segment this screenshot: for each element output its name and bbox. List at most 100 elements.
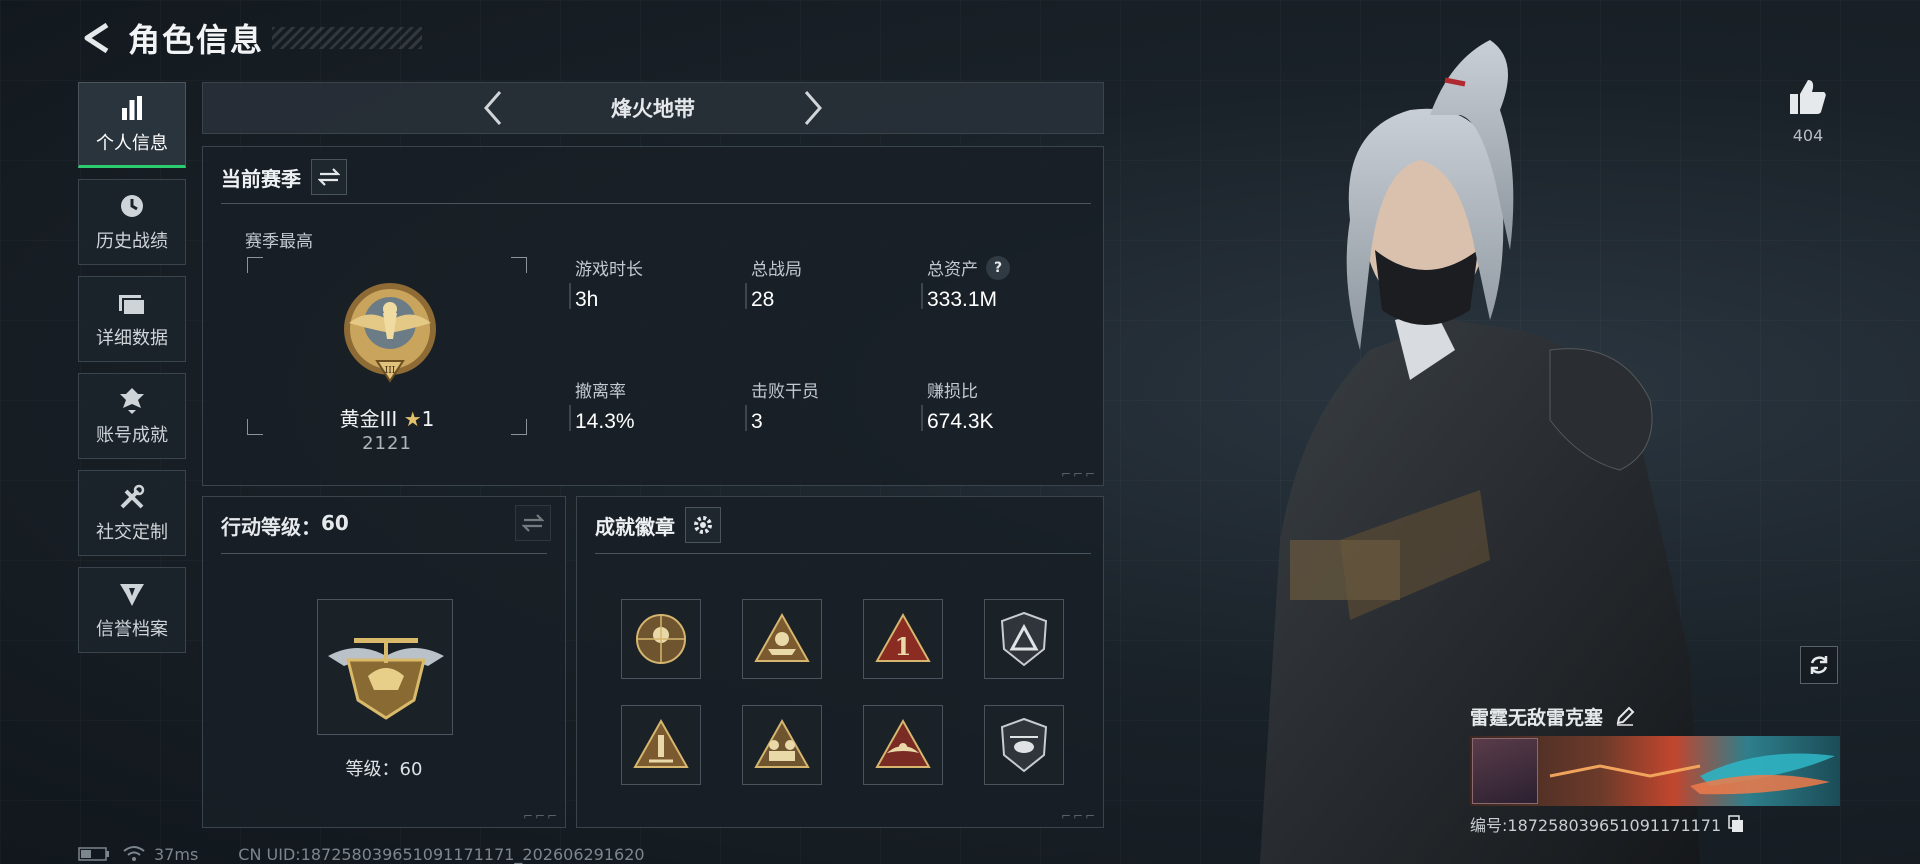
stat-label: 总战局: [751, 260, 802, 280]
stat-value: 14.3%: [575, 410, 635, 433]
soldiers-badge-icon: [754, 718, 810, 768]
uid-text: CN UID:187258039651091171171_20260629162…: [238, 844, 645, 864]
shield-triangle-badge[interactable]: [984, 599, 1064, 679]
rocket-badge-icon: [633, 718, 689, 768]
level-label: 等级：60: [203, 755, 565, 781]
status-bar: 37ms CN UID:187258039651091171171_202606…: [78, 844, 645, 864]
eagle-badge-icon: [875, 718, 931, 768]
stat-value: 333.1M: [927, 288, 998, 311]
wifi-icon: [123, 846, 145, 861]
season-divider: [221, 203, 1091, 204]
boat-badge[interactable]: [742, 599, 822, 679]
stat-extraction-rate: 撤离率 14.3%: [569, 377, 725, 434]
stat-profit-loss-ratio: 赚损比 674.3K: [921, 377, 1077, 434]
chevron-left-icon: [484, 91, 502, 125]
level-label-text: 等级：: [345, 759, 400, 780]
page-title: 角色信息: [128, 21, 265, 59]
rank-tier: 黄金III: [339, 407, 398, 431]
action-level-panel: 行动等级： 60 等级：60 ⌐⌐⌐: [202, 496, 566, 828]
stat-label-text: 总资产: [927, 260, 978, 280]
copy-icon[interactable]: [1727, 815, 1745, 833]
battery-icon: [78, 847, 109, 861]
swap-icon: [522, 514, 544, 532]
sidebar-item-detailed-data[interactable]: 详细数据: [78, 276, 186, 362]
eagle-badge[interactable]: [863, 705, 943, 785]
stat-total-matches: 总战局 28: [745, 255, 901, 312]
level-title-value: 60: [321, 511, 349, 535]
shield-triangle-badge-icon: [1000, 611, 1048, 667]
ping-value: 37ms: [154, 844, 199, 864]
season-title: 当前赛季: [221, 166, 301, 191]
thumbs-up-icon[interactable]: [1788, 78, 1828, 116]
achievement-divider: [595, 553, 1091, 554]
rank-stars: 1: [421, 407, 435, 431]
back-button[interactable]: [76, 18, 116, 58]
achievement-panel: 成就徽章 1 ⌐⌐⌐: [576, 496, 1104, 828]
level-switch-button[interactable]: [515, 505, 551, 541]
level-divider: [221, 553, 547, 554]
tools-icon: [117, 482, 147, 512]
achievement-grid: 1: [621, 599, 1064, 785]
chevron-right-icon: [804, 91, 822, 125]
corner-decoration: ⌐⌐⌐: [522, 809, 559, 823]
sidebar-item-reputation[interactable]: 信誉档案: [78, 567, 186, 653]
mode-prev-button[interactable]: [473, 88, 513, 128]
help-icon[interactable]: ?: [986, 255, 1010, 280]
soldiers-badge[interactable]: [742, 705, 822, 785]
sidebar-item-personal-info[interactable]: 个人信息: [78, 82, 186, 168]
like-area: 404: [1780, 78, 1836, 145]
skull-target-badge-icon: [636, 614, 686, 664]
bracket-corner: [511, 257, 527, 273]
gold-rank-medal-icon: III: [344, 283, 436, 383]
season-rank-card: III 黄金III ★1 2121: [247, 257, 527, 454]
edit-pencil-icon[interactable]: [1615, 706, 1635, 726]
season-header: 当前赛季: [221, 159, 347, 195]
sidebar-item-achievements[interactable]: 账号成就: [78, 373, 186, 459]
stat-total-assets: 总资产 ? 333.1M: [921, 255, 1077, 312]
level-header: 行动等级： 60: [221, 511, 349, 540]
svg-text:III: III: [385, 366, 396, 376]
achievement-header: 成就徽章: [595, 507, 721, 543]
player-banner[interactable]: [1470, 736, 1840, 806]
skull-target-badge[interactable]: [621, 599, 701, 679]
sidebar-item-social-custom[interactable]: 社交定制: [78, 470, 186, 556]
player-name-row: 雷霆无敌雷克塞: [1470, 700, 1840, 732]
star-icon: ★: [403, 407, 422, 431]
reputation-icon: [117, 579, 147, 609]
player-card: 雷霆无敌雷克塞 编号:187258039651091171171: [1470, 700, 1840, 836]
player-id-row: 编号:187258039651091171171: [1470, 812, 1840, 836]
page-header: 角色信息: [76, 16, 423, 60]
season-panel: 当前赛季 赛季最高 III 黄金III ★1 2121 游戏时长 3h 总战局 …: [202, 146, 1104, 486]
player-name: 雷霆无敌雷克塞: [1470, 706, 1604, 729]
rank-one-badge[interactable]: 1: [863, 599, 943, 679]
back-arrow-icon: [84, 22, 109, 54]
sidebar-item-label: 个人信息: [96, 133, 168, 154]
achievement-icon: [117, 385, 147, 415]
helicopter-badge[interactable]: [984, 705, 1064, 785]
achievement-title: 成就徽章: [595, 514, 675, 539]
rank-name: 黄金III ★1: [247, 403, 527, 432]
title-decoration: [272, 27, 423, 49]
sidebar-item-label: 详细数据: [96, 328, 168, 349]
helicopter-badge-icon: [1000, 717, 1048, 773]
sidebar-item-history[interactable]: 历史战绩: [78, 179, 186, 265]
season-switch-button[interactable]: [311, 159, 347, 195]
history-clock-icon: [117, 191, 147, 221]
rocket-badge[interactable]: [621, 705, 701, 785]
stat-value: 28: [751, 288, 775, 311]
corner-decoration: ⌐⌐⌐: [1060, 809, 1097, 823]
helicopter-wings-emblem-icon: [328, 638, 444, 720]
gear-icon: [694, 516, 712, 534]
sidebar-item-label: 历史战绩: [96, 231, 168, 252]
achievement-settings-button[interactable]: [685, 507, 721, 543]
level-label-value: 60: [399, 759, 423, 780]
sidebar-item-label: 账号成就: [96, 425, 168, 446]
stat-value: 3h: [575, 288, 599, 311]
refresh-icon: [1810, 656, 1828, 674]
like-count: 404: [1792, 126, 1824, 145]
stat-label: 赚损比: [927, 382, 978, 402]
svg-text:1: 1: [895, 632, 912, 661]
season-best-label: 赛季最高: [245, 232, 313, 252]
rotate-view-button[interactable]: [1800, 646, 1838, 684]
mode-next-button[interactable]: [793, 88, 833, 128]
